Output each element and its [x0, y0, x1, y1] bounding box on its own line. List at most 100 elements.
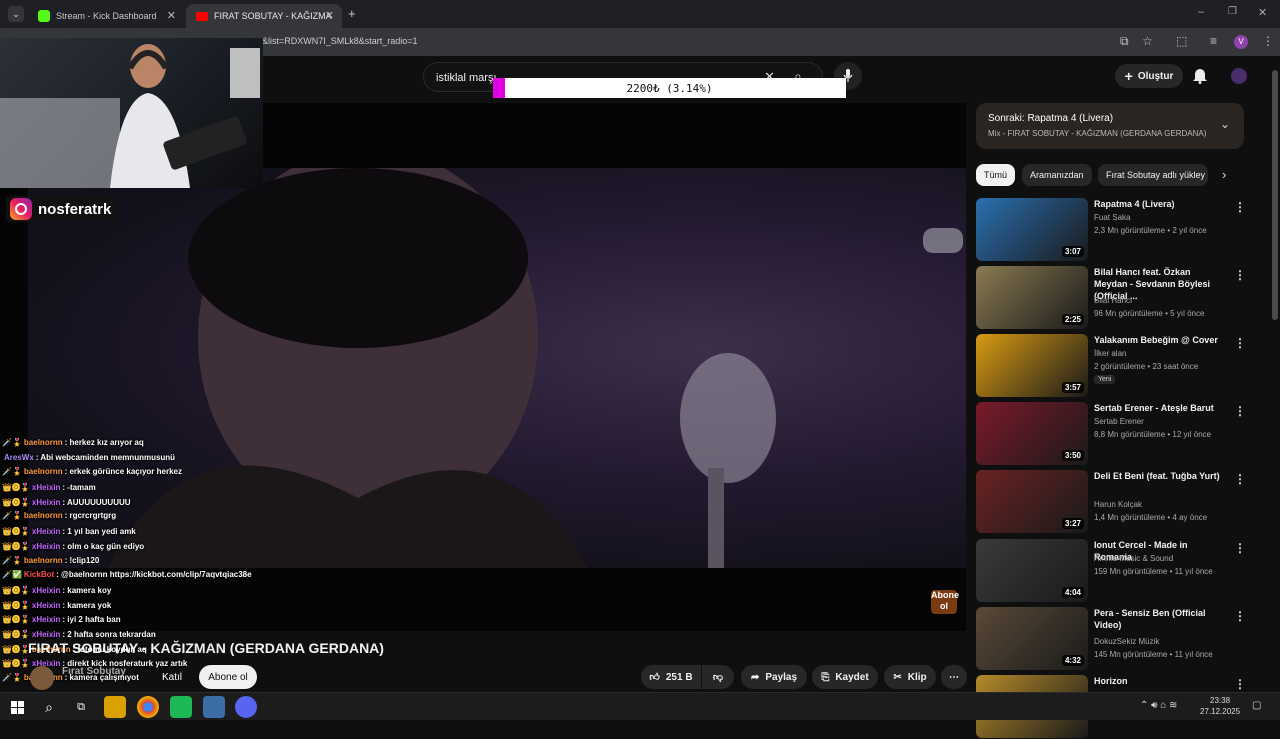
chat-username: xHeixin	[31, 615, 61, 625]
subscribe-button[interactable]: Abone ol	[199, 665, 257, 689]
more-icon: ⋯	[949, 671, 959, 683]
clock[interactable]: 23:38 27.12.2025	[1200, 695, 1240, 717]
extensions-icon[interactable]: ⬚	[1176, 34, 1187, 48]
recommendation-title[interactable]: Pera - Sensiz Ben (Official Video)	[1094, 607, 1224, 631]
thumbnail[interactable]: 4:04	[976, 539, 1088, 602]
chevron-right-icon[interactable]: ›	[1222, 167, 1226, 182]
save-button[interactable]: ⎘ Kaydet	[812, 665, 878, 689]
media-icon[interactable]: ≡	[1210, 34, 1217, 48]
recommendation-item[interactable]: 4:32 Pera - Sensiz Ben (Official Video) Do…	[976, 607, 1246, 671]
recommendation-item[interactable]: 3:50 Sertab Erener - Ateşle Barut Sertab E…	[976, 402, 1246, 466]
profile-avatar[interactable]: V	[1234, 35, 1248, 49]
thumbnail[interactable]: 3:57	[976, 334, 1088, 397]
more-actions-button[interactable]: ⋯	[941, 665, 967, 689]
up-next-panel[interactable]: Sonraki: Rapatma 4 (Livera) Mix - FIRAT …	[976, 103, 1244, 149]
scrollbar[interactable]	[1272, 70, 1278, 320]
browser-tab-bar: ⌄ Stream - Kick Dashboard ✕ FIRAT SOBUTA…	[0, 0, 1280, 28]
recommendation-meta: 8,8 Mn görüntüleme • 12 yıl önce	[1094, 430, 1212, 439]
chat-badges: 👑⓿🎖️	[2, 585, 30, 595]
chat-badges: 👑⓿🎖️	[2, 541, 30, 551]
app-icon[interactable]	[203, 696, 225, 718]
create-label: Oluştur	[1137, 70, 1174, 82]
search-icon[interactable]: ⌕	[38, 696, 60, 718]
more-options-icon[interactable]: ⋮	[1234, 404, 1246, 418]
thumbnail[interactable]: 3:07	[976, 198, 1088, 261]
more-options-icon[interactable]: ⋮	[1234, 200, 1246, 214]
duration-badge: 2:25	[1061, 314, 1084, 325]
recommendation-item[interactable]: 3:07 Rapatma 4 (Livera) Fuat Saka 2,3 Mn gö…	[976, 198, 1246, 262]
discord-icon[interactable]	[235, 696, 257, 718]
thumbnail[interactable]: 4:32	[976, 607, 1088, 670]
new-tab-icon[interactable]: +	[348, 6, 356, 21]
more-options-icon[interactable]: ⋮	[1234, 677, 1246, 691]
more-options-icon[interactable]: ⋮	[1234, 268, 1246, 282]
thumbnail[interactable]: 3:27	[976, 470, 1088, 533]
tab-list-chevron-icon[interactable]: ⌄	[8, 6, 24, 22]
recommendation-channel[interactable]: Amma Music & Sound	[1094, 554, 1173, 563]
recommendation-channel[interactable]: Fuat Saka	[1094, 213, 1130, 222]
channel-avatar[interactable]	[30, 666, 54, 690]
join-button[interactable]: Katıl	[151, 666, 193, 688]
close-window-icon[interactable]: ✕	[1258, 6, 1267, 19]
chat-message: 👑⓿🎖️ xHeixin: AUUUUUUUUUU	[2, 497, 302, 512]
chat-text: !clip120	[69, 555, 100, 565]
dislike-button[interactable]: 👎︎	[702, 665, 734, 689]
recommendation-item[interactable]: 3:27 Deli Et Beni (feat. Tuğba Yurt) Harun…	[976, 470, 1246, 534]
chip-all[interactable]: Tümü	[976, 164, 1016, 186]
recommendation-channel[interactable]: Bilal Hancı	[1094, 296, 1132, 305]
url-text[interactable]: &list=RDXWN7I_SMLk8&start_radio=1	[262, 36, 418, 46]
thumbnail[interactable]: 2:25	[976, 266, 1088, 329]
more-options-icon[interactable]: ⋮	[1234, 609, 1246, 623]
clip-button[interactable]: ✂ Klip	[884, 665, 936, 689]
tab-title: FIRAT SOBUTAY - KAĞIZMA	[214, 11, 332, 21]
minimize-icon[interactable]: –	[1198, 6, 1204, 18]
recommendation-channel[interactable]: Harun Kolçak	[1094, 500, 1142, 509]
recommendation-title[interactable]: Rapatma 4 (Livera)	[1094, 198, 1224, 210]
bookmark-star-icon[interactable]: ☆	[1142, 34, 1153, 48]
recommendation-channel[interactable]: İlker alan	[1094, 349, 1126, 358]
menu-kebab-icon[interactable]: ⋮	[1262, 34, 1274, 48]
recommendation-channel[interactable]: DokuzSekiz Müzik	[1094, 637, 1159, 646]
chat-message: 🗡️🎖️ baelnornn: herkez kız arıyor aq	[2, 438, 302, 453]
create-button[interactable]: + Oluştur	[1115, 64, 1183, 88]
chip-channel-uploads[interactable]: Fırat Sobutay adlı yükley	[1098, 164, 1208, 186]
tray-icons[interactable]: ⌃ 🔊︎ ⌂ ≋	[1140, 700, 1177, 711]
close-icon[interactable]: ✕	[167, 9, 176, 22]
kick-app-icon[interactable]	[170, 696, 192, 718]
recommendation-title[interactable]: Yalakanım Bebeğim @ Cover	[1094, 334, 1224, 346]
youtube-icon	[196, 11, 208, 21]
channel-name[interactable]: Fırat Sobutay	[62, 666, 126, 677]
windows-start-icon[interactable]	[6, 696, 28, 718]
subscribe-label: Abone ol	[208, 671, 248, 683]
recommendation-channel[interactable]: Sertab Erener	[1094, 417, 1144, 426]
more-options-icon[interactable]: ⋮	[1234, 541, 1246, 555]
account-avatar[interactable]	[1231, 68, 1247, 84]
cast-icon[interactable]: ⧉	[1120, 34, 1129, 49]
recommendation-title[interactable]: Sertab Erener - Ateşle Barut	[1094, 402, 1224, 414]
more-options-icon[interactable]: ⋮	[1234, 472, 1246, 486]
tab-kick-dashboard[interactable]: Stream - Kick Dashboard ✕	[28, 4, 184, 28]
share-button[interactable]: ➦ Paylaş	[741, 665, 807, 689]
thumbnail[interactable]: 3:50	[976, 402, 1088, 465]
task-view-icon[interactable]: ⧉	[70, 696, 92, 718]
notifications-bell-icon[interactable]	[1192, 66, 1208, 89]
file-explorer-icon[interactable]	[104, 696, 126, 718]
more-options-icon[interactable]: ⋮	[1234, 336, 1246, 350]
recommendation-item[interactable]: 4:04 Ionut Cercel - Made in Romania Amma M…	[976, 539, 1246, 603]
chrome-icon[interactable]	[137, 696, 159, 718]
maximize-icon[interactable]: ❐	[1228, 6, 1237, 17]
recommendation-title[interactable]: Deli Et Beni (feat. Tuğba Yurt)	[1094, 470, 1224, 482]
close-icon[interactable]: ✕	[325, 9, 334, 22]
tab-youtube[interactable]: FIRAT SOBUTAY - KAĞIZMA ✕	[186, 4, 342, 28]
chat-message: 👑⓿🎖️ xHeixin: -tamam	[2, 482, 302, 497]
subscribe-watermark[interactable]: Abone ol	[931, 590, 959, 614]
notification-icon[interactable]: ▢	[1252, 700, 1261, 711]
recommendation-item[interactable]: 2:25 Bilal Hancı feat. Özkan Meydan - Sev…	[976, 266, 1246, 330]
recommendation-title[interactable]: Horizon	[1094, 675, 1224, 687]
recommendation-item[interactable]: 3:57 Yalakanım Bebeğim @ Cover İlker alan 2…	[976, 334, 1246, 398]
instagram-icon	[10, 198, 32, 220]
chip-from-search[interactable]: Aramanızdan	[1022, 164, 1092, 186]
like-button[interactable]: 👍︎ 251 B	[641, 665, 701, 689]
chat-message: 🗡️🎖️ baelnornn: erkek görünce kaçıyor her…	[2, 467, 302, 482]
chevron-down-icon[interactable]: ⌄	[1220, 117, 1230, 131]
